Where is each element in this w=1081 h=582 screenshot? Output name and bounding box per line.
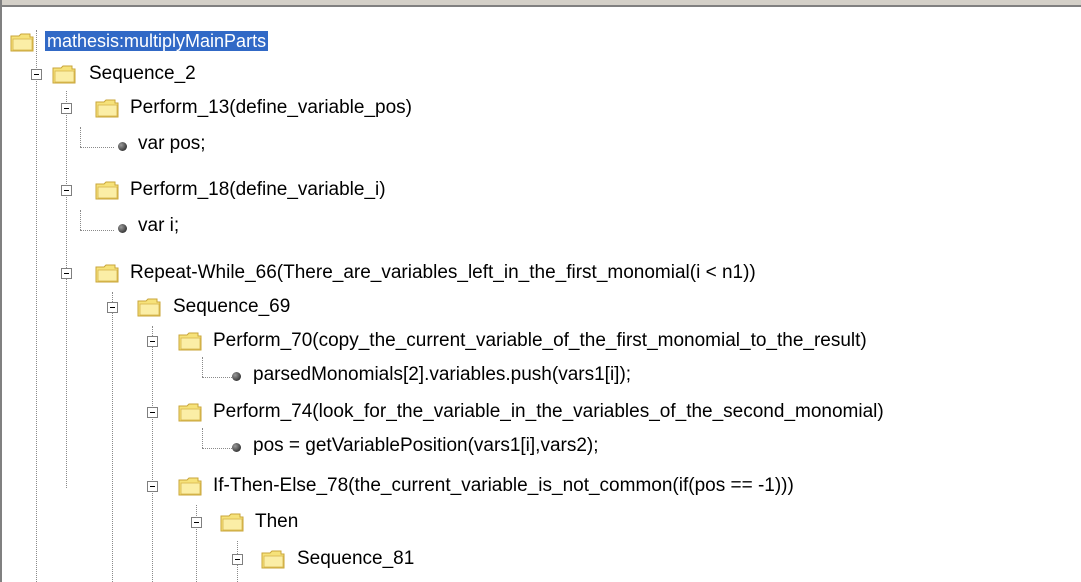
collapse-toggle-icon[interactable] [61,268,72,279]
tree-node-label: Perform_70(copy_the_current_variable_of_… [213,330,867,351]
tree-node-label: Perform_13(define_variable_pos) [130,97,412,118]
tree-leaf-label: var pos; [138,133,206,154]
collapse-toggle-icon[interactable] [31,69,42,80]
tree-leaf-label: parsedMonomials[2].variables.push(vars1[… [253,364,632,385]
tree-line [202,448,232,449]
folder-icon [261,548,285,570]
folder-icon [178,401,202,423]
collapse-toggle-icon[interactable] [147,407,158,418]
bullet-icon [118,224,127,233]
tree-leaf-label: pos = getVariablePosition(vars1[i],vars2… [253,435,599,456]
collapse-toggle-icon[interactable] [147,481,158,492]
folder-icon [95,97,119,119]
collapse-toggle-icon[interactable] [107,302,118,313]
collapse-toggle-icon[interactable] [191,517,202,528]
tree-view[interactable]: mathesis:multiplyMainParts Sequence_2 Pe… [0,0,1081,582]
tree-line [80,210,81,230]
tree-line [36,30,37,582]
tree-node-label: Sequence_2 [89,63,196,84]
collapse-toggle-icon[interactable] [61,185,72,196]
tree-line [152,326,153,582]
tree-leaf-label: var i; [138,215,180,236]
tree-line [202,428,203,448]
tree-node-label: Sequence_81 [297,548,415,569]
collapse-toggle-icon[interactable] [61,103,72,114]
collapse-toggle-icon[interactable] [232,554,243,565]
collapse-toggle-icon[interactable] [147,336,158,347]
tree-line [66,91,67,488]
tree-line [202,377,232,378]
tree-node-label: Perform_74(look_for_the_variable_in_the_… [213,401,884,422]
bullet-icon [232,372,241,381]
tree-node-label: If-Then-Else_78(the_current_variable_is_… [213,475,794,496]
folder-icon [220,511,244,533]
folder-icon [10,31,34,53]
bullet-icon [232,443,241,452]
tree-node-label: Then [255,511,299,532]
tree-node-label: Repeat-While_66(There_are_variables_left… [130,262,756,283]
folder-icon [137,296,161,318]
tree-line [80,127,81,147]
tree-node-label: Perform_18(define_variable_i) [130,179,386,200]
folder-icon [178,475,202,497]
tree-node-label: mathesis:multiplyMainParts [45,31,269,51]
folder-icon [52,63,76,85]
folder-icon [95,179,119,201]
tree-line [202,357,203,377]
tree-line [80,147,114,148]
tree-node-label: Sequence_69 [173,296,291,317]
tree-line [80,230,114,231]
folder-icon [178,330,202,352]
tree-line [112,292,113,582]
folder-icon [95,262,119,284]
bullet-icon [118,142,127,151]
